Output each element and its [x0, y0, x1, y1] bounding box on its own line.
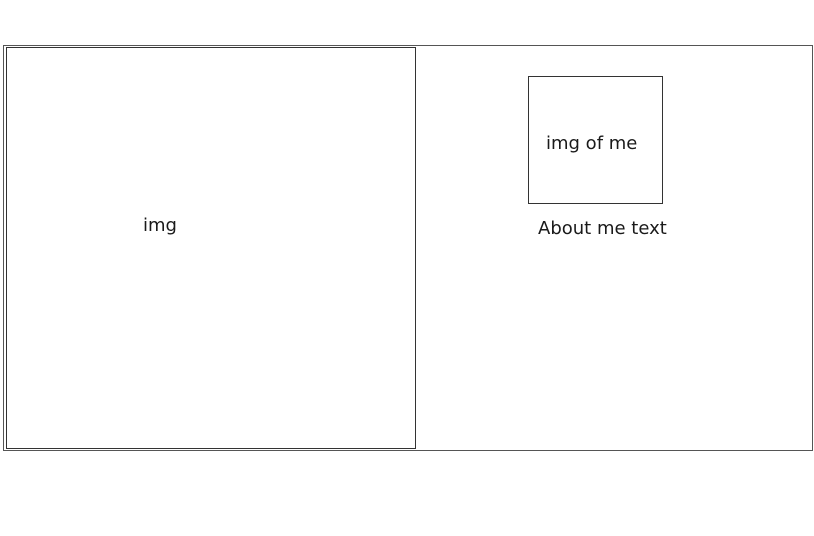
- main-image-placeholder: img: [6, 47, 416, 449]
- profile-image-placeholder: img of me: [528, 76, 663, 204]
- about-me-text: About me text: [538, 218, 667, 239]
- profile-image-label: img of me: [546, 133, 638, 154]
- page-wireframe: img img of me About me text: [3, 45, 813, 451]
- main-image-label: img: [143, 215, 177, 236]
